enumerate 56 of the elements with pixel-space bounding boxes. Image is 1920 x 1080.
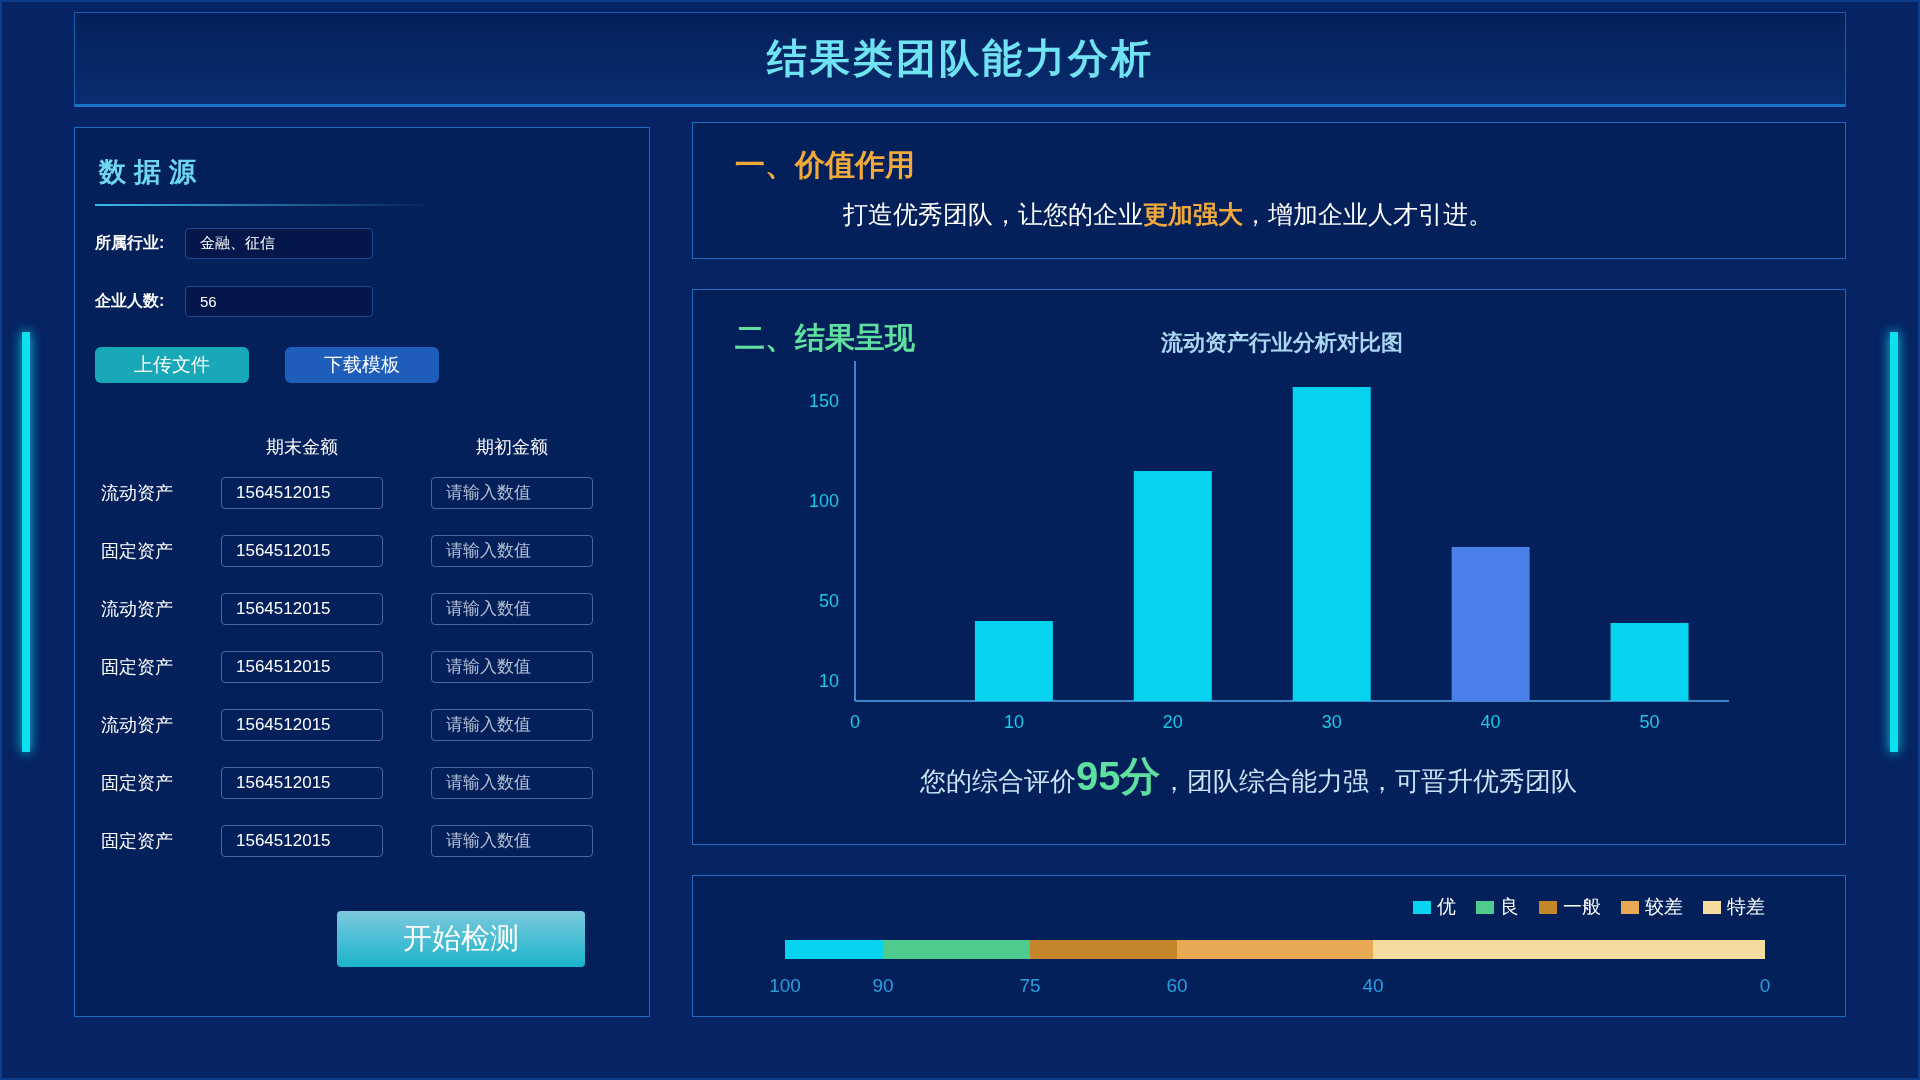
amount-input[interactable]: 请输入数值 [431,709,593,741]
row-label: 固定资产 [101,772,174,795]
x-tick-label: 30 [1321,712,1342,731]
amount-input[interactable]: 1564512015 [221,825,383,857]
column-header: 期初金额 [475,436,549,459]
amount-input[interactable]: 请输入数值 [431,593,593,625]
scale-tick-label: 40 [1362,975,1384,997]
legend-label: 较差 [1645,895,1683,919]
scale-tick-label: 90 [872,975,894,997]
amount-input[interactable]: 请输入数值 [431,767,593,799]
amount-input[interactable]: 1564512015 [221,477,383,509]
row-label: 流动资产 [101,714,174,737]
scale-tick-label: 60 [1166,975,1188,997]
row-label: 流动资产 [101,482,174,505]
amount-input[interactable]: 请输入数值 [431,535,593,567]
panel-title: 数据源 [99,156,205,189]
y-tick-label: 100 [808,491,839,511]
row-label: 固定资产 [101,830,174,853]
scale-tick-label: 75 [1019,975,1041,997]
legend-label: 良 [1500,895,1519,919]
y-tick-label: 150 [808,391,839,411]
legend-label: 优 [1437,895,1456,919]
section-heading: 二、结果呈现 [735,320,915,356]
scale-tick-label: 0 [1759,975,1771,997]
row-label: 流动资产 [101,598,174,621]
column-header: 期末金额 [265,436,339,459]
x-tick-label: 20 [1162,712,1183,731]
field-label: 企业人数: [95,291,166,311]
amount-input[interactable]: 1564512015 [221,535,383,567]
x-tick-label: 50 [1639,712,1660,731]
section-heading: 一、价值作用 [735,147,916,183]
row-label: 固定资产 [101,656,174,679]
amount-input[interactable]: 1564512015 [221,593,383,625]
legend-label: 一般 [1563,895,1601,919]
chart-title: 流动资产行业分析对比图 [1161,329,1403,357]
legend-label: 特差 [1727,895,1765,919]
amount-input[interactable]: 1564512015 [221,767,383,799]
amount-input[interactable]: 请输入数值 [431,825,593,857]
value-text: 打造优秀团队，让您的企业更加强大，增加企业人才引进。 [843,199,1494,230]
scale-tick-label: 100 [769,975,801,997]
amount-input[interactable]: 请输入数值 [431,651,593,683]
y-tick-label: 50 [818,591,839,611]
x-tick-label: 40 [1480,712,1501,731]
text-field[interactable]: 金融、征信 [185,228,373,259]
amount-input[interactable]: 1564512015 [221,709,383,741]
field-label: 所属行业: [95,233,166,253]
row-label: 固定资产 [101,540,174,563]
download-button[interactable]: 下载模板 [285,347,439,383]
page-title: 结果类团队能力分析 [766,35,1154,82]
x-tick-label: 0 [850,712,860,731]
text-field[interactable]: 56 [185,286,373,317]
summary-text: 您的综合评价95分，团队综合能力强，可晋升优秀团队 [920,753,1578,800]
amount-input[interactable]: 请输入数值 [431,477,593,509]
x-tick-label: 10 [1003,712,1024,731]
y-tick-label: 10 [818,671,839,691]
amount-input[interactable]: 1564512015 [221,651,383,683]
